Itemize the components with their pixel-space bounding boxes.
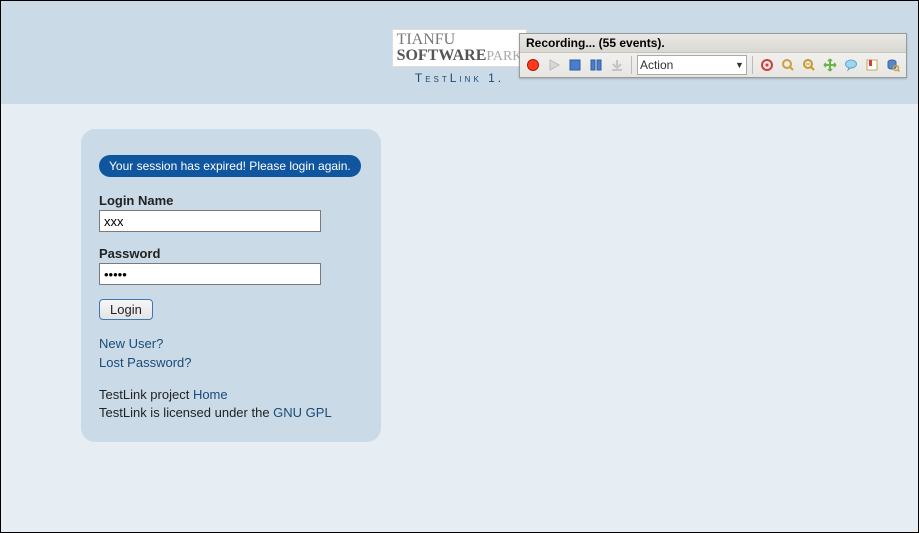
password-input[interactable]: [99, 263, 321, 285]
logo-line2-grey: PARK: [486, 49, 522, 64]
move-button[interactable]: [821, 55, 839, 75]
session-expired-message: Your session has expired! Please login a…: [99, 155, 361, 177]
play-icon: [547, 58, 561, 72]
password-label: Password: [99, 246, 363, 261]
login-footer: TestLink project Home TestLink is licens…: [99, 386, 363, 422]
recorder-buttons-row: Action ▼: [520, 53, 906, 77]
record-icon: [526, 58, 540, 72]
logo: TIANFU SOFTWAREPARK: [392, 29, 528, 67]
download-icon: [610, 58, 624, 72]
login-name-input[interactable]: [99, 210, 321, 232]
stop-icon: [568, 58, 582, 72]
logo-line2-bold: SOFTWARE: [397, 47, 487, 64]
speech-bubble-icon: [844, 58, 858, 72]
gnu-gpl-link[interactable]: GNU GPL: [273, 405, 332, 420]
database-button[interactable]: [884, 55, 902, 75]
logo-line2: SOFTWAREPARK: [397, 48, 523, 64]
recorder-title: Recording... (55 events).: [520, 34, 906, 53]
move-arrows-icon: [823, 58, 837, 72]
footer-line2-prefix: TestLink is licensed under the: [99, 405, 273, 420]
comment-button[interactable]: [842, 55, 860, 75]
stop-button[interactable]: [566, 55, 584, 75]
footer-line1-prefix: TestLink project: [99, 387, 193, 402]
logo-line1: TIANFU: [397, 32, 523, 48]
gear-icon: [760, 58, 774, 72]
download-button[interactable]: [608, 55, 626, 75]
login-panel: Your session has expired! Please login a…: [81, 129, 381, 442]
chevron-down-icon: ▼: [735, 60, 744, 70]
play-button[interactable]: [545, 55, 563, 75]
toolbar-separator: [752, 56, 753, 74]
project-home-link[interactable]: Home: [193, 387, 228, 402]
recorder-toolbar: Recording... (55 events).: [519, 33, 907, 78]
login-button[interactable]: Login: [99, 299, 153, 320]
magnifier-star-icon: [781, 58, 795, 72]
record-button[interactable]: [524, 55, 542, 75]
magnifier-reflect-icon: [802, 58, 816, 72]
gear-button[interactable]: [758, 55, 776, 75]
reflect-button[interactable]: [800, 55, 818, 75]
database-find-icon: [886, 58, 900, 72]
pause-icon: [589, 58, 603, 72]
action-dropdown-label: Action: [640, 58, 673, 72]
pause-button[interactable]: [587, 55, 605, 75]
page-bookmark-icon: [865, 58, 879, 72]
lost-password-link[interactable]: Lost Password?: [99, 355, 192, 370]
toolbar-separator: [631, 56, 632, 74]
inspect-button[interactable]: [779, 55, 797, 75]
action-dropdown[interactable]: Action ▼: [637, 55, 747, 75]
bookmark-button[interactable]: [863, 55, 881, 75]
new-user-link[interactable]: New User?: [99, 336, 163, 351]
login-name-label: Login Name: [99, 193, 363, 208]
